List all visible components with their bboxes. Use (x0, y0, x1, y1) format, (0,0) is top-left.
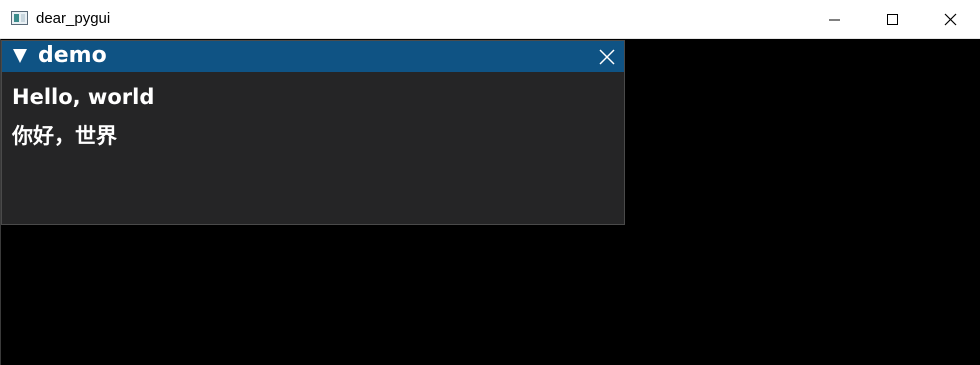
viewport: demo Hello, world 你好，世界 (0, 39, 980, 365)
os-titlebar: dear_pygui (0, 0, 980, 39)
window-title: dear_pygui (36, 10, 111, 27)
minimize-button[interactable] (805, 0, 863, 39)
triangle-down-icon[interactable] (13, 49, 27, 63)
close-button[interactable] (921, 0, 979, 39)
maximize-button[interactable] (863, 0, 921, 39)
close-icon[interactable] (596, 46, 618, 68)
close-icon (944, 13, 957, 26)
text-line: 你好，世界 (12, 124, 117, 148)
demo-window[interactable]: demo Hello, world 你好，世界 (1, 40, 625, 225)
minimize-icon (829, 19, 840, 21)
app-icon (11, 11, 28, 25)
demo-window-title: demo (38, 43, 107, 68)
text-line: Hello, world (12, 85, 155, 109)
demo-window-titlebar[interactable]: demo (2, 41, 624, 72)
maximize-icon (887, 14, 898, 25)
